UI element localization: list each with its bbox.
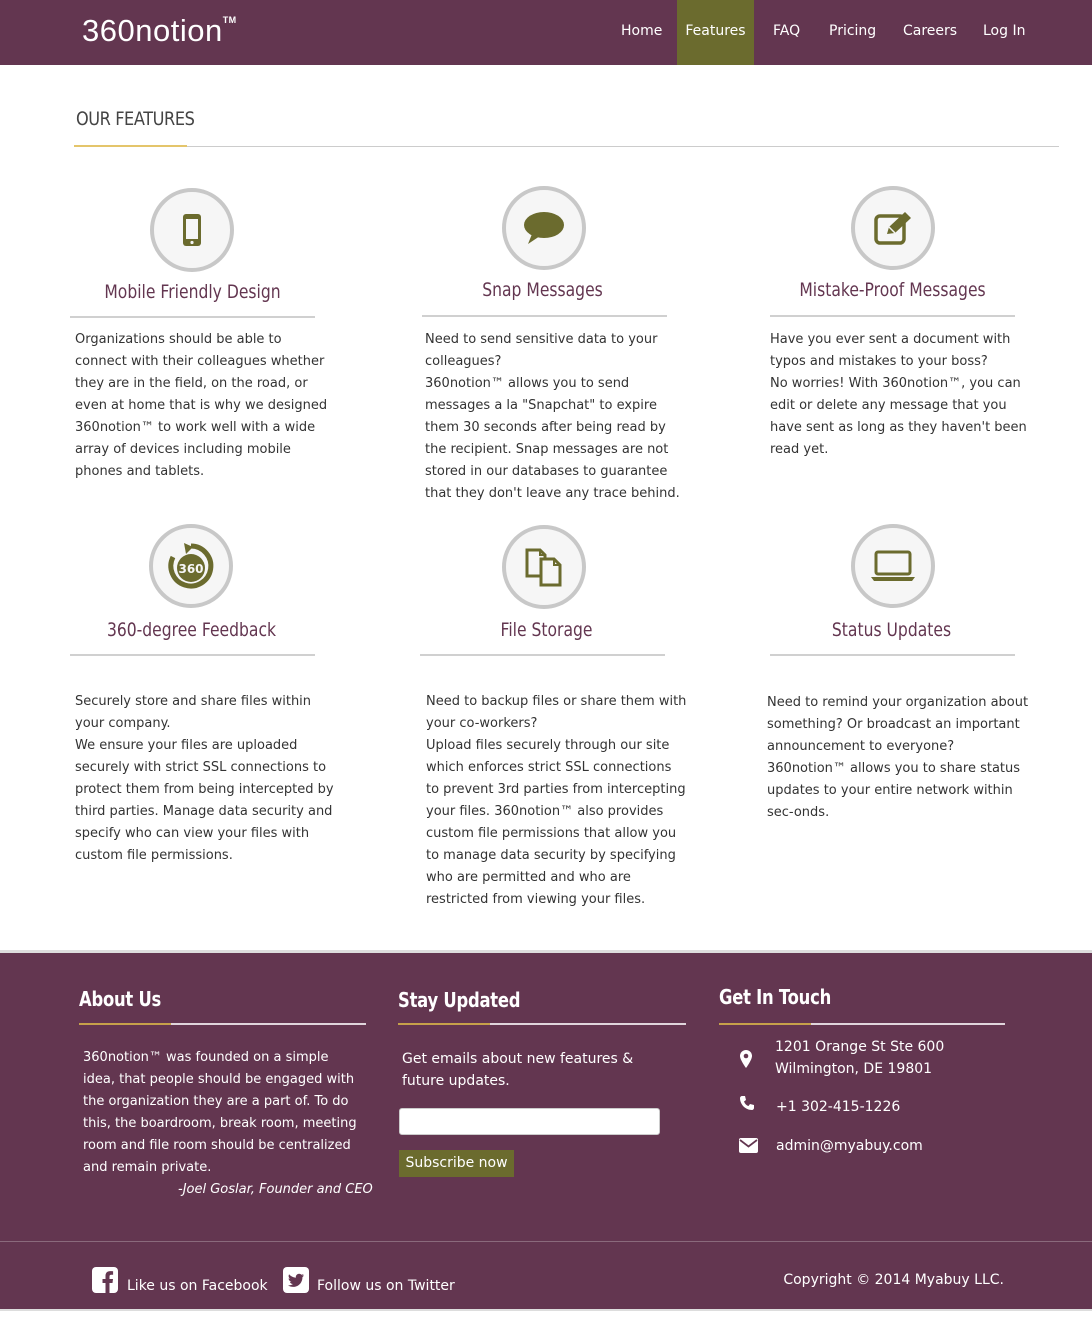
contact-phone[interactable]: +1 302-415-1226 bbox=[776, 1096, 900, 1118]
about-title: About Us bbox=[79, 987, 162, 1011]
subscribe-button[interactable]: Subscribe now bbox=[399, 1150, 514, 1177]
about-accent bbox=[79, 1023, 171, 1025]
feature-title: Mistake-Proof Messages bbox=[799, 279, 986, 301]
page-title: OUR FEATURES bbox=[76, 108, 195, 130]
nav-pricing[interactable]: Pricing bbox=[829, 0, 876, 65]
nav-faq[interactable]: FAQ bbox=[773, 0, 800, 65]
feature-divider bbox=[420, 654, 665, 656]
feature-text: Organizations should be able to connect … bbox=[75, 332, 328, 479]
feature-title: Mobile Friendly Design bbox=[104, 281, 281, 303]
nav-home[interactable]: Home bbox=[621, 0, 662, 65]
facebook-icon[interactable] bbox=[91, 1266, 118, 1293]
email-field[interactable] bbox=[399, 1108, 660, 1135]
contact-address: 1201 Orange St Ste 600 Wilmington, DE 19… bbox=[775, 1039, 945, 1077]
feature-divider bbox=[70, 316, 315, 318]
feature-text: Need to remind your organization about s… bbox=[767, 695, 1029, 820]
footer-bottom-divider bbox=[0, 1241, 1092, 1242]
phone-icon bbox=[738, 1094, 756, 1112]
copyright: Copyright © 2014 Myabuy LLC. bbox=[783, 1272, 1004, 1288]
navbar: 360notionTM Home Features FAQ Pricing Ca… bbox=[0, 0, 1092, 65]
feature-divider bbox=[770, 315, 1015, 317]
360-feedback-icon: 360 bbox=[149, 524, 233, 608]
edit-icon bbox=[851, 186, 935, 270]
feature-text: Securely store and share files within yo… bbox=[75, 694, 334, 863]
feature-title: 360-degree Feedback bbox=[106, 619, 277, 641]
feature-text: Need to backup files or share them with … bbox=[426, 694, 687, 907]
feature-divider bbox=[70, 654, 315, 656]
logo[interactable]: 360notionTM bbox=[82, 13, 237, 49]
contact-email[interactable]: admin@myabuy.com bbox=[776, 1135, 923, 1157]
envelope-icon bbox=[738, 1136, 758, 1154]
nav-careers[interactable]: Careers bbox=[903, 0, 957, 65]
nav-features[interactable]: Features bbox=[677, 0, 754, 65]
title-accent bbox=[74, 145, 187, 147]
feature-text: Have you ever sent a document with typos… bbox=[770, 332, 1027, 457]
feature-title: File Storage bbox=[500, 619, 593, 641]
feature-divider bbox=[422, 315, 667, 317]
files-icon bbox=[502, 525, 586, 609]
nav-login[interactable]: Log In bbox=[983, 0, 1025, 65]
feature-title: Status Updates bbox=[831, 619, 952, 641]
mobile-icon bbox=[150, 188, 234, 272]
facebook-link[interactable]: Like us on Facebook bbox=[127, 1278, 268, 1294]
feature-divider bbox=[770, 654, 1015, 656]
bottom-strip bbox=[0, 1309, 1092, 1317]
about-signature: -Joel Goslar, Founder and CEO bbox=[178, 1182, 373, 1197]
svg-text:360: 360 bbox=[178, 562, 203, 576]
contact-title: Get In Touch bbox=[719, 985, 832, 1009]
updates-accent bbox=[398, 1023, 490, 1025]
twitter-icon[interactable] bbox=[282, 1266, 309, 1293]
feature-title: Snap Messages bbox=[482, 279, 603, 301]
feature-text: Need to send sensitive data to your coll… bbox=[425, 332, 680, 501]
laptop-icon bbox=[851, 524, 935, 608]
about-text: 360notion™ was founded on a simple idea,… bbox=[83, 1050, 357, 1175]
updates-text: Get emails about new features & future u… bbox=[402, 1051, 634, 1089]
twitter-link[interactable]: Follow us on Twitter bbox=[317, 1278, 455, 1294]
title-divider bbox=[74, 146, 1059, 147]
chat-bubble-icon bbox=[502, 186, 586, 270]
map-marker-icon bbox=[738, 1049, 754, 1069]
contact-accent bbox=[719, 1023, 811, 1025]
updates-title: Stay Updated bbox=[398, 988, 521, 1012]
